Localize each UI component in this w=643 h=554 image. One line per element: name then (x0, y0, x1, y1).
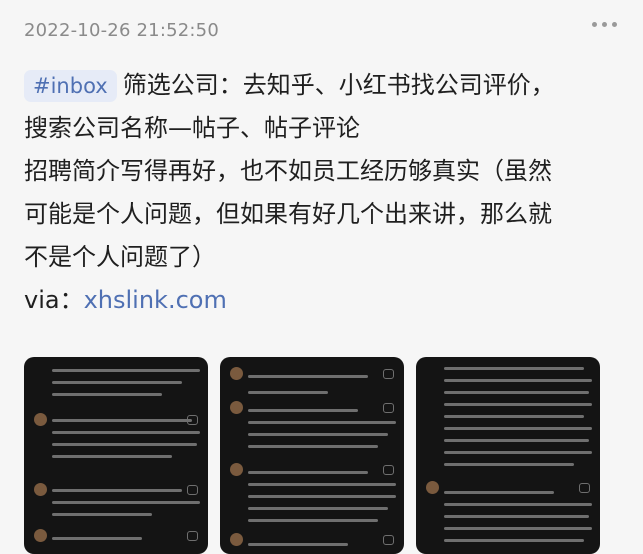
image-gallery (24, 357, 600, 554)
thumbnail-text-line (444, 439, 589, 442)
thumbnail-like-icon (383, 465, 394, 475)
thumbnail-avatar (230, 533, 243, 546)
more-options-icon[interactable] (592, 22, 617, 27)
thumbnail-text-line (52, 501, 200, 504)
thumbnail-text-line (248, 519, 378, 522)
thumbnail-text-line (52, 513, 152, 516)
inbox-tag[interactable]: #inbox (24, 70, 117, 102)
post-timestamp: 2022-10-26 21:52:50 (24, 20, 219, 41)
post-line-5: 不是个人问题了） (24, 243, 216, 271)
thumbnail-text-line (444, 427, 592, 430)
thumbnail-text-line (248, 409, 358, 412)
thumbnail-text-line (52, 369, 200, 372)
thumbnail-text-line (52, 381, 182, 384)
thumbnail-text-line (248, 495, 396, 498)
post-line-3: 招聘简介写得再好，也不如员工经历够真实（虽然 (24, 157, 552, 185)
via-label: via： (24, 286, 84, 314)
via-line: via：xhslink.com (24, 279, 624, 322)
thumbnail-like-icon (579, 483, 590, 493)
thumbnail-text-line (248, 445, 378, 448)
thumbnail-text-line (444, 491, 554, 494)
thumbnail-like-icon (383, 403, 394, 413)
thumbnail-text-line (444, 463, 574, 466)
thumbnail-text-line (52, 455, 172, 458)
thumbnail-text-line (52, 431, 200, 434)
thumbnail-text-line (52, 537, 142, 540)
thumbnail-text-line (52, 443, 197, 446)
thumbnail-text-line (248, 433, 388, 436)
source-link[interactable]: xhslink.com (84, 286, 227, 314)
thumbnail-3[interactable] (416, 357, 600, 554)
post-line-2: 搜索公司名称—帖子、帖子评论 (24, 114, 360, 142)
thumbnail-text-line (444, 539, 584, 542)
thumbnail-text-line (444, 391, 589, 394)
thumbnail-text-line (248, 471, 368, 474)
thumbnail-avatar (34, 483, 47, 496)
post-line-1: #inbox 筛选公司：去知乎、小红书找公司评价， (24, 64, 624, 107)
thumbnail-avatar (230, 401, 243, 414)
thumbnail-text-line (444, 451, 592, 454)
thumbnail-text-line (52, 489, 182, 492)
thumbnail-text-line (444, 367, 584, 370)
thumbnail-like-icon (187, 485, 198, 495)
thumbnail-avatar (230, 367, 243, 380)
thumbnail-avatar (230, 463, 243, 476)
thumbnail-avatar (34, 529, 47, 542)
thumbnail-text-line (248, 421, 396, 424)
post-content: #inbox 筛选公司：去知乎、小红书找公司评价， 搜索公司名称—帖子、帖子评论 … (24, 64, 624, 322)
thumbnail-text-line (248, 483, 396, 486)
thumbnail-avatar (426, 481, 439, 494)
thumbnail-text-line (248, 543, 348, 546)
thumbnail-2[interactable] (220, 357, 404, 554)
thumbnail-text-line (444, 379, 592, 382)
thumbnail-text-line (248, 507, 388, 510)
thumbnail-avatar (34, 413, 47, 426)
thumbnail-text-line (444, 415, 584, 418)
post-line-4: 可能是个人问题，但如果有好几个出来讲，那么就 (24, 200, 552, 228)
thumbnail-text-line (444, 527, 592, 530)
thumbnail-text-line (248, 375, 368, 378)
thumbnail-text-line (52, 393, 162, 396)
thumbnail-text-line (444, 403, 592, 406)
thumbnail-text-line (52, 419, 192, 422)
thumbnail-1[interactable] (24, 357, 208, 554)
thumbnail-like-icon (383, 535, 394, 545)
thumbnail-text-line (444, 503, 592, 506)
thumbnail-text-line (248, 391, 328, 394)
thumbnail-like-icon (187, 531, 198, 541)
thumbnail-like-icon (383, 369, 394, 379)
thumbnail-text-line (444, 515, 589, 518)
